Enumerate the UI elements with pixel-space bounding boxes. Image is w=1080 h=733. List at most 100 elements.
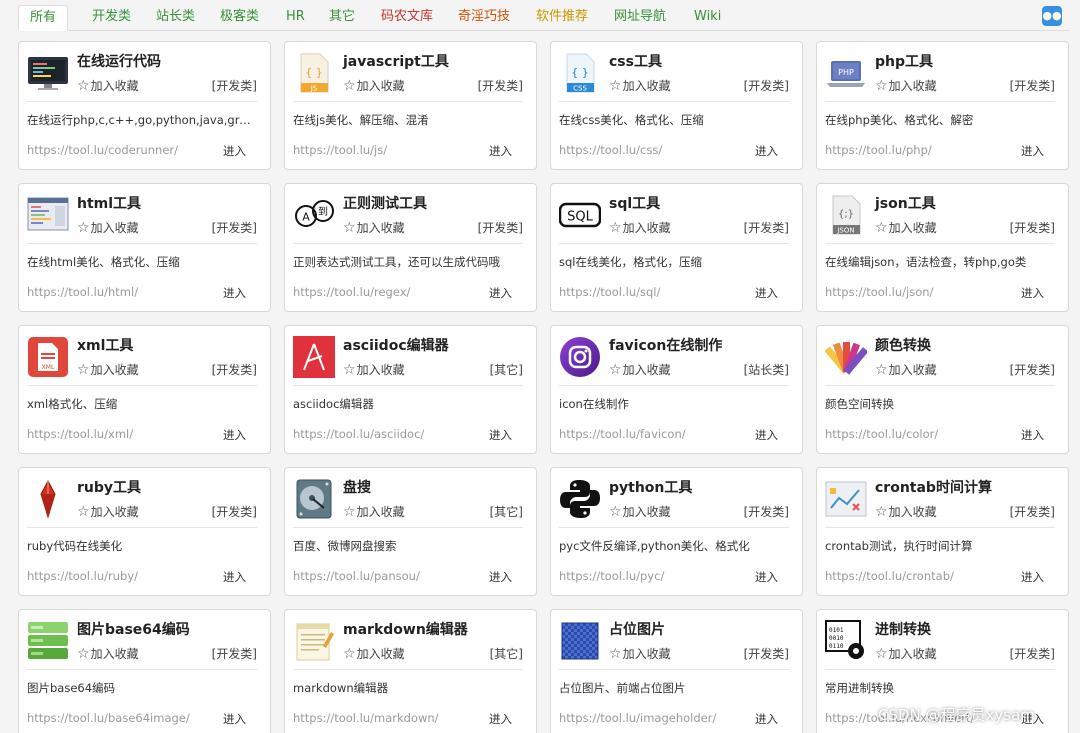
add-favorite-button[interactable]: ☆ 加入收藏 xyxy=(343,219,405,236)
tool-card[interactable]: python工具 ☆ 加入收藏 [开发类] pyc文件反编译,python美化、格… xyxy=(550,467,803,596)
tool-url-link[interactable]: https://tool.lu/json/ xyxy=(825,285,933,299)
tool-url-link[interactable]: https://tool.lu/sql/ xyxy=(559,285,660,299)
chart-board-icon[interactable] xyxy=(825,478,867,520)
tab-5[interactable]: 其它 xyxy=(318,5,366,31)
add-favorite-button[interactable]: ☆ 加入收藏 xyxy=(77,361,139,378)
add-favorite-button[interactable]: ☆ 加入收藏 xyxy=(77,77,139,94)
tool-card[interactable]: favicon在线制作 ☆ 加入收藏 [站长类] icon在线制作 https:/… xyxy=(550,325,803,454)
tool-title[interactable]: javascript工具 xyxy=(343,51,449,71)
tool-url-link[interactable]: https://tool.lu/regex/ xyxy=(293,285,410,299)
tool-title[interactable]: markdown编辑器 xyxy=(343,619,468,639)
tab-9[interactable]: 网址导航 xyxy=(603,5,677,31)
enter-link[interactable]: 进入 xyxy=(489,711,512,727)
add-favorite-button[interactable]: ☆ 加入收藏 xyxy=(875,219,937,236)
tool-url-link[interactable]: https://tool.lu/imageholder/ xyxy=(559,711,716,725)
tool-url-link[interactable]: https://tool.lu/js/ xyxy=(293,143,387,157)
color-swatches-icon[interactable] xyxy=(825,336,867,378)
tool-url-link[interactable]: https://tool.lu/pansou/ xyxy=(293,569,420,583)
tool-url-link[interactable]: https://tool.lu/asciidoc/ xyxy=(293,427,424,441)
enter-link[interactable]: 进入 xyxy=(1021,427,1044,443)
tool-card[interactable]: PHP php工具 ☆ 加入收藏 [开发类] 在线php美化、格式化、解密 htt… xyxy=(816,41,1069,170)
tool-title[interactable]: sql工具 xyxy=(609,193,660,213)
add-favorite-button[interactable]: ☆ 加入收藏 xyxy=(875,503,937,520)
enter-link[interactable]: 进入 xyxy=(1021,143,1044,159)
add-favorite-button[interactable]: ☆ 加入收藏 xyxy=(343,503,405,520)
tool-url-link[interactable]: https://tool.lu/css/ xyxy=(559,143,662,157)
tool-card[interactable]: 盘搜 ☆ 加入收藏 [其它] 百度、微博网盘搜索 https://tool.lu/… xyxy=(284,467,537,596)
tool-card[interactable]: 颜色转换 ☆ 加入收藏 [开发类] 颜色空间转换 https://tool.lu/… xyxy=(816,325,1069,454)
hard-disk-icon[interactable] xyxy=(293,478,335,520)
add-favorite-button[interactable]: ☆ 加入收藏 xyxy=(343,361,405,378)
tool-card[interactable]: ruby工具 ☆ 加入收藏 [开发类] ruby代码在线美化 https://to… xyxy=(18,467,271,596)
add-favorite-button[interactable]: ☆ 加入收藏 xyxy=(609,645,671,662)
tool-title[interactable]: xml工具 xyxy=(77,335,133,355)
add-favorite-button[interactable]: ☆ 加入收藏 xyxy=(875,361,937,378)
html-window-icon[interactable] xyxy=(27,194,69,236)
tool-title[interactable]: favicon在线制作 xyxy=(609,335,722,355)
binary-gear-icon[interactable]: 0101 0010 0110 xyxy=(825,620,867,662)
enter-link[interactable]: 进入 xyxy=(489,143,512,159)
tool-title[interactable]: crontab时间计算 xyxy=(875,477,992,497)
camera-circle-icon[interactable] xyxy=(559,336,601,378)
tool-title[interactable]: 占位图片 xyxy=(609,619,665,639)
tool-title[interactable]: php工具 xyxy=(875,51,933,71)
tool-card[interactable]: { } JS javascript工具 ☆ 加入收藏 [开发类] 在线js美化、解压… xyxy=(284,41,537,170)
json-file-icon[interactable]: {;} JSON xyxy=(825,194,867,236)
tool-card[interactable]: {;} JSON json工具 ☆ 加入收藏 [开发类] 在线编辑json，语法检查… xyxy=(816,183,1069,312)
enter-link[interactable]: 进入 xyxy=(223,143,246,159)
tab-7[interactable]: 奇淫巧技 xyxy=(447,5,521,31)
tool-card[interactable]: crontab时间计算 ☆ 加入收藏 [开发类] crontab测试，执行时间计算… xyxy=(816,467,1069,596)
tool-card[interactable]: 占位图片 ☆ 加入收藏 [开发类] 占位图片、前端占位图片 https://too… xyxy=(550,609,803,733)
add-favorite-button[interactable]: ☆ 加入收藏 xyxy=(343,645,405,662)
sql-badge-icon[interactable]: SQL xyxy=(559,194,601,236)
add-favorite-button[interactable]: ☆ 加入收藏 xyxy=(875,645,937,662)
enter-link[interactable]: 进入 xyxy=(755,285,778,301)
tool-title[interactable]: html工具 xyxy=(77,193,141,213)
placeholder-pattern-icon[interactable] xyxy=(559,620,601,662)
css-file-icon[interactable]: { } CSS xyxy=(559,52,601,94)
add-favorite-button[interactable]: ☆ 加入收藏 xyxy=(609,361,671,378)
notepad-icon[interactable] xyxy=(293,620,335,662)
ruby-gem-icon[interactable] xyxy=(27,478,69,520)
tool-url-link[interactable]: https://tool.lu/favicon/ xyxy=(559,427,686,441)
add-favorite-button[interactable]: ☆ 加入收藏 xyxy=(77,503,139,520)
tab-0[interactable]: 所有 xyxy=(18,5,69,31)
tab-2[interactable]: 站长类 xyxy=(145,5,206,31)
tool-url-link[interactable]: https://tool.lu/color/ xyxy=(825,427,938,441)
tool-card[interactable]: html工具 ☆ 加入收藏 [开发类] 在线html美化、格式化、压缩 https… xyxy=(18,183,271,312)
enter-link[interactable]: 进入 xyxy=(755,427,778,443)
tool-card[interactable]: A到 正则测试工具 ☆ 加入收藏 [开发类] 正则表达式测试工具，还可以生成代码哦… xyxy=(284,183,537,312)
tab-3[interactable]: 极客类 xyxy=(209,5,270,31)
php-laptop-icon[interactable]: PHP xyxy=(825,52,867,94)
enter-link[interactable]: 进入 xyxy=(223,569,246,585)
tool-card[interactable]: 在线运行代码 ☆ 加入收藏 [开发类] 在线运行php,c,c++,go,pyth… xyxy=(18,41,271,170)
add-favorite-button[interactable]: ☆ 加入收藏 xyxy=(77,219,139,236)
tool-title[interactable]: 进制转换 xyxy=(875,619,931,639)
tab-10[interactable]: Wiki xyxy=(683,5,732,31)
enter-link[interactable]: 进入 xyxy=(223,427,246,443)
tool-url-link[interactable]: https://tool.lu/coderunner/ xyxy=(27,143,178,157)
add-favorite-button[interactable]: ☆ 加入收藏 xyxy=(77,645,139,662)
add-favorite-button[interactable]: ☆ 加入收藏 xyxy=(609,77,671,94)
tool-title[interactable]: 颜色转换 xyxy=(875,335,931,355)
add-favorite-button[interactable]: ☆ 加入收藏 xyxy=(343,77,405,94)
enter-link[interactable]: 进入 xyxy=(489,569,512,585)
tool-url-link[interactable]: https://tool.lu/markdown/ xyxy=(293,711,439,725)
enter-link[interactable]: 进入 xyxy=(1021,569,1044,585)
tool-url-link[interactable]: https://tool.lu/ruby/ xyxy=(27,569,138,583)
tool-url-link[interactable]: https://tool.lu/php/ xyxy=(825,143,932,157)
tool-card[interactable]: { } CSS css工具 ☆ 加入收藏 [开发类] 在线css美化、格式化、压缩 … xyxy=(550,41,803,170)
tab-8[interactable]: 软件推荐 xyxy=(525,5,599,31)
enter-link[interactable]: 进入 xyxy=(223,285,246,301)
tab-1[interactable]: 开发类 xyxy=(81,5,142,31)
tool-url-link[interactable]: https://tool.lu/pyc/ xyxy=(559,569,664,583)
chat-bubble-icon[interactable]: ●● xyxy=(1042,6,1062,26)
add-favorite-button[interactable]: ☆ 加入收藏 xyxy=(609,219,671,236)
tool-card[interactable]: markdown编辑器 ☆ 加入收藏 [其它] markdown编辑器 https… xyxy=(284,609,537,733)
xml-file-icon[interactable]: XML xyxy=(27,336,69,378)
enter-link[interactable]: 进入 xyxy=(755,711,778,727)
tool-url-link[interactable]: https://tool.lu/crontab/ xyxy=(825,569,954,583)
regex-bubbles-icon[interactable]: A到 xyxy=(293,194,335,236)
add-favorite-button[interactable]: ☆ 加入收藏 xyxy=(609,503,671,520)
enter-link[interactable]: 进入 xyxy=(755,569,778,585)
